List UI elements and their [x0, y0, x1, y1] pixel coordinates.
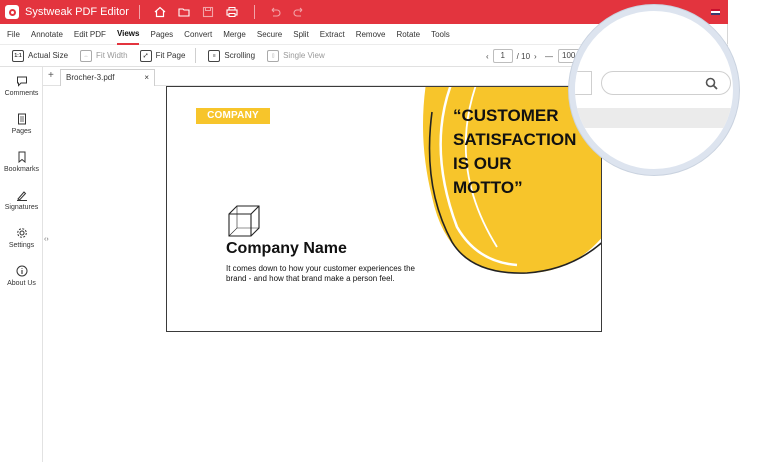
company-badge: COMPANY [196, 108, 270, 124]
menu-file[interactable]: File [7, 24, 20, 45]
fit-page-button[interactable]: ⤢ Fit Page [139, 49, 186, 62]
magnified-tab-strip [575, 108, 733, 128]
fit-width-button[interactable]: ↔ Fit Width [80, 49, 128, 62]
app-title: Systweak PDF Editor [25, 6, 129, 18]
sidebar-item-label: About Us [7, 280, 36, 287]
menu-annotate[interactable]: Annotate [31, 24, 63, 45]
menu-merge[interactable]: Merge [223, 24, 246, 45]
menu-remove[interactable]: Remove [356, 24, 386, 45]
scrolling-icon: ≡ [208, 49, 221, 62]
page-total: / 10 [516, 51, 531, 61]
menu-tools[interactable]: Tools [431, 24, 450, 45]
pdf-page: COMPANY Company Name It comes down to ho… [166, 86, 602, 332]
company-name-heading: Company Name [226, 240, 347, 257]
menu-split[interactable]: Split [293, 24, 309, 45]
actual-size-icon: 1:1 [12, 49, 24, 62]
scrolling-button[interactable]: ≡ Scrolling [208, 49, 256, 62]
sidebar-item-settings[interactable]: Settings [0, 219, 43, 257]
sidebar-item-label: Bookmarks [3, 166, 39, 173]
menu-pages[interactable]: Pages [150, 24, 173, 45]
add-tab-button[interactable]: + [48, 70, 54, 81]
actual-size-label: Actual Size [28, 51, 69, 60]
tab-label: Brocher-3.pdf [66, 73, 115, 82]
cube-logo-icon [228, 205, 260, 237]
comments-icon [16, 76, 27, 87]
close-tab-icon[interactable]: × [144, 70, 149, 85]
magnifier-callout [569, 5, 739, 175]
magnified-area [575, 11, 733, 169]
single-view-button[interactable]: ▯ Single View [267, 49, 325, 62]
info-icon [16, 265, 27, 277]
home-icon[interactable] [153, 5, 167, 19]
search-input[interactable] [601, 71, 731, 95]
redo-icon[interactable] [292, 5, 306, 19]
tab-brocher-3[interactable]: Brocher-3.pdf × [60, 69, 155, 86]
fit-page-label: Fit Page [155, 51, 186, 60]
sidebar-item-signatures[interactable]: Signatures [0, 181, 43, 219]
next-page-button[interactable]: › [534, 52, 537, 61]
bookmark-icon [18, 151, 25, 163]
signature-icon [16, 191, 27, 201]
fit-width-icon: ↔ [80, 49, 93, 62]
menu-edit-pdf[interactable]: Edit PDF [74, 24, 106, 45]
sidebar-item-bookmarks[interactable]: Bookmarks [0, 143, 43, 181]
magnified-zoom-box [575, 71, 592, 95]
menu-views[interactable]: Views [116, 24, 140, 45]
single-view-label: Single View [283, 51, 325, 60]
sidebar-item-comments[interactable]: Comments [0, 67, 43, 105]
sidebar-item-label: Signatures [4, 204, 39, 211]
save-icon[interactable] [201, 5, 215, 19]
zoom-out-button[interactable]: — [545, 52, 553, 61]
actual-size-button[interactable]: 1:1 Actual Size [12, 49, 69, 62]
sidebar-item-label: Comments [4, 90, 39, 97]
sidebar-item-label: Settings [8, 242, 35, 249]
left-sidebar: Comments Pages Bookmarks Signatures Sett… [0, 67, 43, 462]
search-icon[interactable] [705, 77, 718, 90]
menu-secure[interactable]: Secure [257, 24, 282, 45]
menu-extract[interactable]: Extract [320, 24, 345, 45]
page-number-input[interactable]: 1 [492, 49, 513, 63]
motto-text: “CUSTOMER SATISFACTION IS OUR MOTTO” [453, 106, 577, 197]
prev-page-button[interactable]: ‹ [486, 52, 489, 61]
folder-icon[interactable] [177, 5, 191, 19]
menu-convert[interactable]: Convert [184, 24, 212, 45]
sidebar-item-pages[interactable]: Pages [0, 105, 43, 143]
fit-width-label: Fit Width [96, 51, 128, 60]
sidebar-collapse-handle[interactable]: ‹› [44, 236, 49, 243]
pages-icon [17, 113, 26, 125]
sidebar-item-label: Pages [11, 128, 32, 135]
app-logo-icon [5, 5, 19, 19]
fit-page-icon: ⤢ [139, 49, 152, 62]
single-view-icon: ▯ [267, 49, 280, 62]
undo-icon[interactable] [268, 5, 282, 19]
scrolling-label: Scrolling [224, 51, 256, 60]
gear-icon [16, 228, 27, 238]
title-separator-2 [253, 5, 255, 19]
title-separator [138, 5, 140, 19]
print-icon[interactable] [225, 5, 239, 19]
menu-rotate[interactable]: Rotate [397, 24, 421, 45]
page-navigator: ‹ 1 / 10 › [486, 49, 537, 63]
toolbar-separator [195, 48, 197, 63]
company-description: It comes down to how your customer exper… [226, 264, 415, 283]
sidebar-item-about-us[interactable]: About Us [0, 257, 43, 295]
